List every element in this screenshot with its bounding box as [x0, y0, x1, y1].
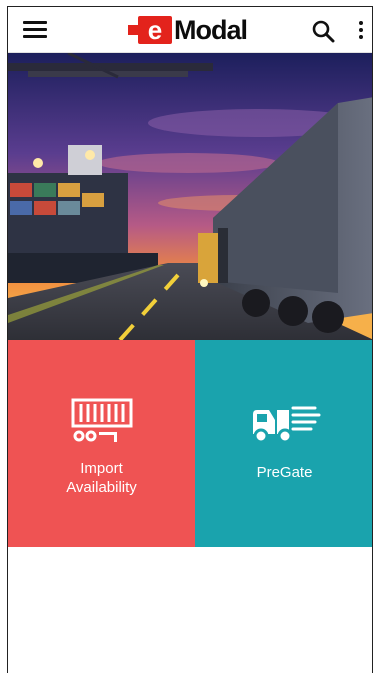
pregate-tile[interactable]: PreGate	[195, 340, 372, 547]
hero-image	[8, 53, 372, 340]
empty-content-area	[8, 547, 372, 673]
app-frame: e Modal Import Availability PreGate	[7, 6, 373, 673]
container-on-chassis-icon	[71, 398, 133, 449]
emodal-logo: e Modal	[128, 15, 248, 45]
logo-wordmark: Modal	[174, 15, 248, 45]
logo-e-mark: e	[128, 16, 172, 44]
import-availability-label: Import Availability	[66, 460, 137, 496]
hamburger-menu-icon[interactable]	[23, 21, 47, 39]
search-icon[interactable]	[311, 19, 335, 43]
more-vertical-icon[interactable]	[356, 19, 366, 41]
pregate-label: PreGate	[256, 464, 313, 481]
truck-fast-icon	[249, 404, 321, 449]
top-app-bar: e Modal	[8, 7, 372, 53]
import-availability-tile[interactable]: Import Availability	[8, 340, 195, 547]
